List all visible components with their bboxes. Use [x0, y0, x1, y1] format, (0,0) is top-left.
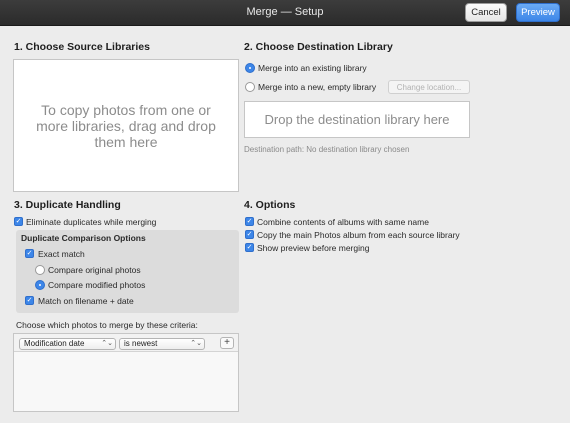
- criteria-field-popup[interactable]: Modification date ⌃⌄: [19, 338, 116, 350]
- destination-path: Destination path: No destination library…: [244, 145, 410, 154]
- compare-modified-label[interactable]: Compare modified photos: [48, 280, 145, 290]
- criteria-list[interactable]: Modification date ⌃⌄ is newest ⌃⌄ +: [13, 333, 239, 412]
- destination-drop-zone[interactable]: Drop the destination library here: [244, 101, 470, 138]
- criteria-rule-popup[interactable]: is newest ⌃⌄: [119, 338, 205, 350]
- show-preview-label[interactable]: Show preview before merging: [257, 243, 369, 253]
- filename-date-checkbox[interactable]: ✓: [25, 296, 34, 305]
- compare-original-radio[interactable]: [35, 265, 45, 275]
- destination-drop-hint: Drop the destination library here: [264, 112, 450, 127]
- preview-button[interactable]: Preview: [516, 3, 560, 22]
- eliminate-duplicates-checkbox[interactable]: ✓: [14, 217, 23, 226]
- copy-main-album-label[interactable]: Copy the main Photos album from each sou…: [257, 230, 460, 240]
- window-titlebar: Merge — Setup Cancel Preview: [0, 0, 570, 26]
- source-drop-zone[interactable]: To copy photos from one or more librarie…: [13, 59, 239, 192]
- options-heading: 4. Options: [244, 199, 296, 211]
- change-location-button[interactable]: Change location...: [388, 80, 470, 94]
- comparison-options-heading: Duplicate Comparison Options: [21, 233, 146, 243]
- show-preview-checkbox[interactable]: ✓: [245, 243, 254, 252]
- cancel-button[interactable]: Cancel: [465, 3, 507, 22]
- criteria-field-value: Modification date: [24, 339, 85, 348]
- duplicates-heading: 3. Duplicate Handling: [14, 199, 121, 211]
- copy-main-album-checkbox[interactable]: ✓: [245, 230, 254, 239]
- merge-existing-radio[interactable]: [245, 63, 255, 73]
- compare-original-label[interactable]: Compare original photos: [48, 265, 141, 275]
- combine-albums-checkbox[interactable]: ✓: [245, 217, 254, 226]
- exact-match-label[interactable]: Exact match: [38, 249, 85, 259]
- criteria-row: Modification date ⌃⌄ is newest ⌃⌄ +: [14, 334, 238, 352]
- popup-arrows-icon: ⌃⌄: [101, 340, 113, 347]
- destination-heading: 2. Choose Destination Library: [244, 41, 393, 53]
- criteria-rule-value: is newest: [124, 339, 158, 348]
- criteria-prompt: Choose which photos to merge by these cr…: [16, 320, 198, 330]
- eliminate-duplicates-label[interactable]: Eliminate duplicates while merging: [26, 217, 156, 227]
- merge-new-label[interactable]: Merge into a new, empty library: [258, 82, 376, 92]
- source-heading: 1. Choose Source Libraries: [14, 41, 150, 53]
- filename-date-label[interactable]: Match on filename + date: [38, 296, 134, 306]
- compare-modified-radio[interactable]: [35, 280, 45, 290]
- combine-albums-label[interactable]: Combine contents of albums with same nam…: [257, 217, 429, 227]
- add-criteria-button[interactable]: +: [220, 337, 234, 349]
- merge-new-radio[interactable]: [245, 82, 255, 92]
- source-drop-hint: To copy photos from one or more librarie…: [36, 101, 216, 150]
- popup-arrows-icon: ⌃⌄: [190, 340, 202, 347]
- merge-existing-label[interactable]: Merge into an existing library: [258, 63, 367, 73]
- exact-match-checkbox[interactable]: ✓: [25, 249, 34, 258]
